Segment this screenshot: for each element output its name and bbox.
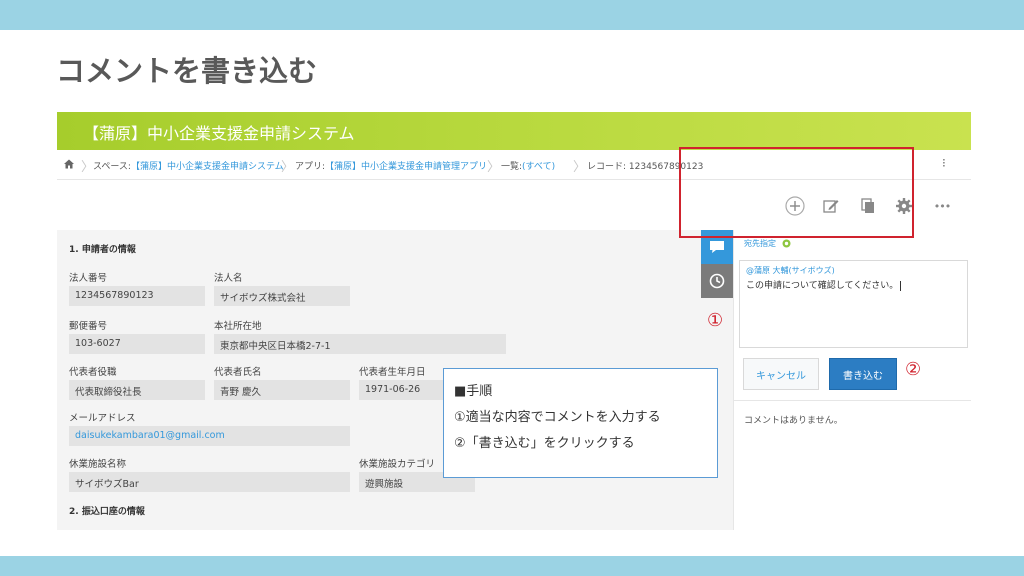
field-label-facility: 休業施設名称: [69, 459, 127, 470]
breadcrumb-space-link[interactable]: 【蒲原】中小企業支援金申請システム: [131, 162, 284, 172]
field-label-zip: 郵便番号: [69, 321, 108, 332]
field-zip: 103-6027: [69, 334, 205, 354]
comment-text-line: この申請について確認してください。: [746, 278, 961, 291]
slide-title: コメントを書き込む: [56, 54, 318, 88]
field-facility: サイボウズBar: [69, 472, 350, 492]
field-label-corp-no: 法人番号: [69, 273, 108, 284]
step-marker-2: ②: [905, 359, 922, 380]
comment-icon: [710, 241, 724, 253]
breadcrumb-app[interactable]: アプリ:【蒲原】中小企業支援金申請管理アプリ: [295, 159, 487, 172]
comment-text: この申請について確認してください。: [746, 281, 899, 291]
history-tab[interactable]: [701, 264, 733, 298]
field-label-category: 休業施設カテゴリ: [359, 459, 436, 470]
section-applicant: 1. 申請者の情報: [69, 245, 136, 255]
breadcrumb-separator: 〉: [487, 160, 501, 175]
highlight-frame: [679, 147, 914, 238]
instruction-callout: ■手順 ①適当な内容でコメントを入力する ②「書き込む」をクリックする: [443, 368, 718, 478]
app-header: 【蒲原】中小企業支援金申請システム: [57, 112, 971, 150]
home-icon[interactable]: [63, 158, 75, 170]
field-address: 東京都中央区日本橋2-7-1: [214, 334, 506, 354]
breadcrumb-separator: 〉: [281, 160, 295, 175]
breadcrumb-list[interactable]: 一覧:(すべて): [501, 159, 555, 172]
post-comment-button[interactable]: 書き込む: [829, 358, 897, 390]
field-corp-name: サイボウズ株式会社: [214, 286, 350, 306]
callout-step-1: ①適当な内容でコメントを入力する: [454, 410, 661, 425]
callout-heading: ■手順: [454, 384, 493, 399]
mention-toggle[interactable]: 宛先指定: [744, 238, 791, 249]
field-label-email: メールアドレス: [69, 413, 136, 424]
field-label-rep-name: 代表者氏名: [214, 367, 262, 378]
app-title: 【蒲原】中小企業支援金申請システム: [83, 124, 355, 143]
step-marker-1: ①: [707, 310, 724, 331]
field-label-rep-birth: 代表者生年月日: [359, 367, 426, 378]
mention-icon: [782, 239, 791, 248]
more-vertical-icon[interactable]: ⁝: [942, 156, 946, 170]
more-options-icon[interactable]: •••: [930, 196, 954, 216]
callout-step-2: ②「書き込む」をクリックする: [454, 436, 635, 451]
breadcrumb-space[interactable]: スペース:【蒲原】中小企業支援金申請システム: [93, 159, 284, 172]
text-caret: [900, 280, 902, 291]
field-rep-name: 青野 慶久: [214, 380, 350, 400]
breadcrumb-list-link[interactable]: (すべて): [522, 162, 555, 172]
section-bank: 2. 振込口座の情報: [69, 507, 145, 517]
breadcrumb-space-prefix: スペース:: [93, 162, 131, 172]
bottom-band: [0, 556, 1024, 576]
top-band: [0, 0, 1024, 30]
field-corp-no: 1234567890123: [69, 286, 205, 306]
history-icon: [709, 273, 725, 289]
breadcrumb-list-prefix: 一覧:: [501, 162, 523, 172]
field-label-rep-title: 代表者役職: [69, 367, 117, 378]
mention-label: 宛先指定: [744, 239, 776, 248]
field-rep-title: 代表取締役社長: [69, 380, 205, 400]
field-label-address: 本社所在地: [214, 321, 262, 332]
breadcrumb-app-prefix: アプリ:: [295, 162, 326, 172]
comment-panel: 宛先指定 @蒲原 大輔(サイボウズ) この申請について確認してください。 キャン…: [733, 230, 971, 530]
comment-mention-to: @蒲原 大輔(サイボウズ): [746, 266, 835, 275]
divider: [734, 400, 971, 401]
comment-input[interactable]: @蒲原 大輔(サイボウズ) この申請について確認してください。: [739, 260, 968, 348]
field-label-corp-name: 法人名: [214, 273, 243, 284]
breadcrumb-separator: 〉: [573, 160, 587, 175]
cancel-button[interactable]: キャンセル: [743, 358, 819, 390]
field-email[interactable]: daisukekambara01@gmail.com: [69, 426, 350, 446]
no-comments-text: コメントはありません。: [744, 416, 843, 426]
breadcrumb-app-link[interactable]: 【蒲原】中小企業支援金申請管理アプリ: [325, 162, 487, 172]
